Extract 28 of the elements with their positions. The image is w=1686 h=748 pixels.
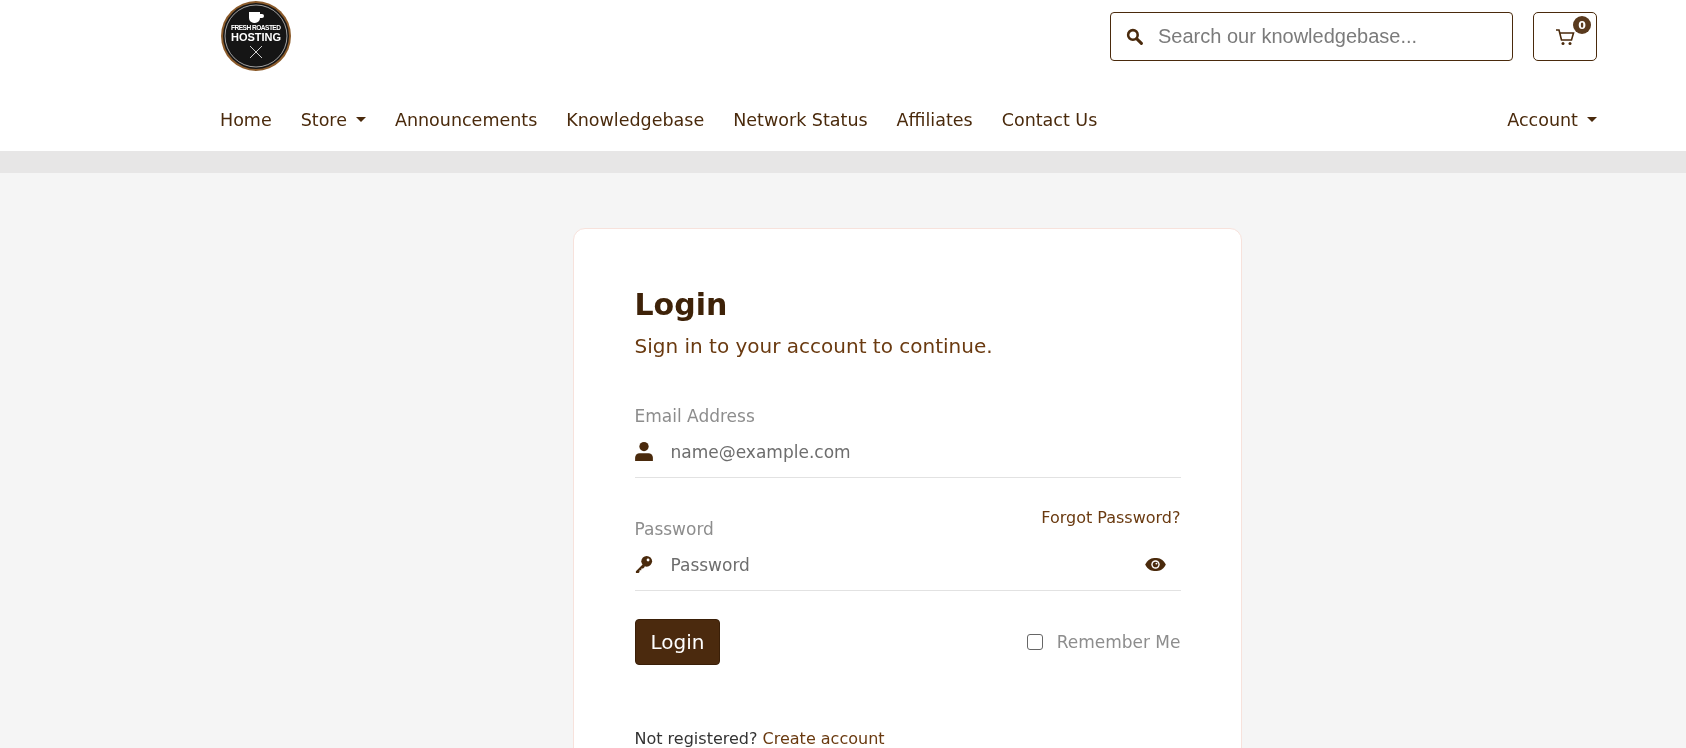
- create-account-link[interactable]: Create account: [762, 729, 885, 748]
- search-field[interactable]: Search our knowledgebase...: [1110, 12, 1513, 61]
- email-label: Email Address: [634, 406, 755, 426]
- nav-link[interactable]: Affiliates: [896, 109, 973, 130]
- remember-label: Remember Me: [1056, 632, 1181, 652]
- nav-link[interactable]: Home: [220, 109, 272, 130]
- eye-icon[interactable]: [1143, 557, 1167, 572]
- user-icon: [634, 441, 653, 461]
- password-label: Password: [634, 519, 714, 539]
- login-title: Login: [634, 287, 729, 322]
- cart-count-badge: 0: [1573, 16, 1591, 34]
- login-button[interactable]: Login: [634, 619, 721, 665]
- key-icon: [634, 554, 653, 574]
- caret-icon: [1587, 117, 1597, 122]
- nav-link[interactable]: Contact Us: [1001, 109, 1098, 130]
- cart-icon: [1555, 27, 1575, 46]
- login-subtitle: Sign in to your account to continue.: [634, 334, 994, 358]
- nav-link[interactable]: Store: [300, 109, 366, 130]
- search-icon: [1126, 28, 1143, 45]
- register-text: Not registered?: [634, 729, 758, 748]
- nav-link[interactable]: Network Status: [733, 109, 868, 130]
- cart-button[interactable]: 0: [1533, 12, 1597, 61]
- remember-checkbox[interactable]: [1026, 634, 1043, 650]
- caret-icon: [355, 117, 366, 122]
- forgot-password-link[interactable]: Forgot Password?: [1041, 508, 1181, 527]
- nav-link[interactable]: Knowledgebase: [566, 109, 705, 130]
- nav-link[interactable]: Announcements: [394, 109, 538, 130]
- account-menu[interactable]: Account: [1507, 109, 1597, 130]
